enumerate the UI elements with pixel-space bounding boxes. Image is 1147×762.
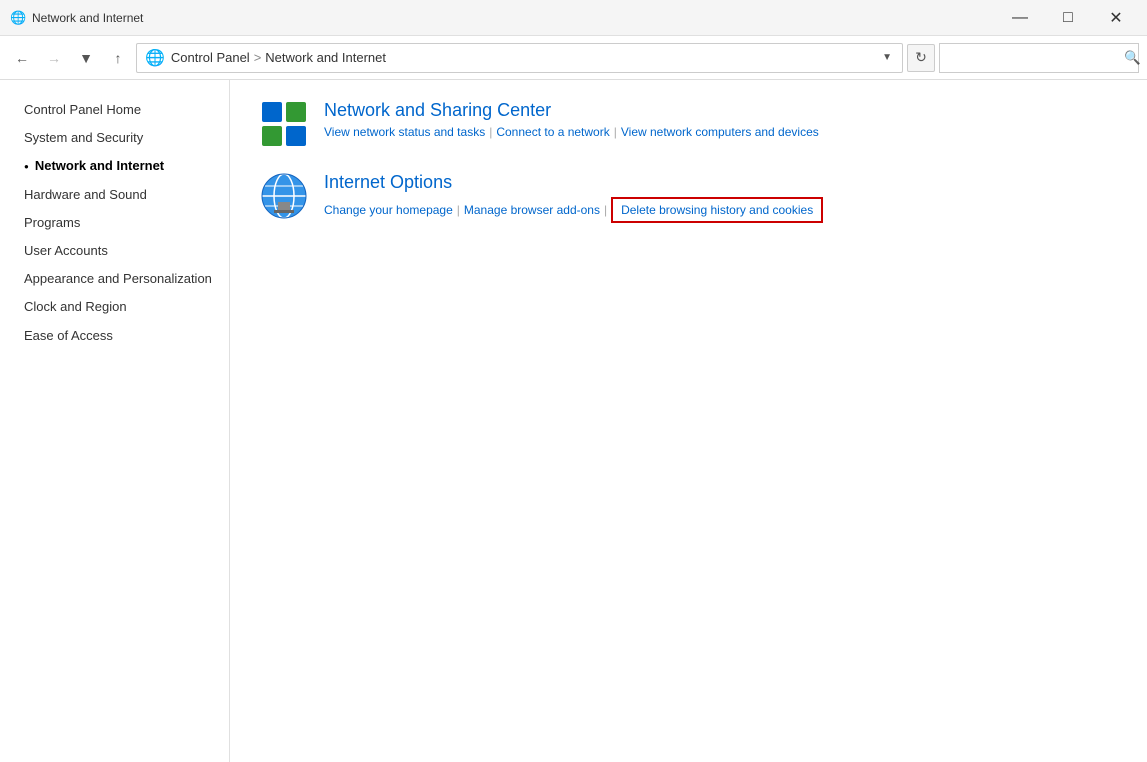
section-title-internet-options[interactable]: Internet Options (324, 172, 452, 192)
address-icon: 🌐 (145, 48, 165, 68)
section-link-view-network-computers[interactable]: View network computers and devices (621, 125, 819, 139)
refresh-button[interactable]: ↻ (907, 44, 935, 72)
address-bar: ← → ▼ ↑ 🌐 Control Panel > Network and In… (0, 36, 1147, 80)
sidebar-link-ease-of-access[interactable]: Ease of Access (24, 327, 113, 345)
back-button[interactable]: ← (8, 44, 36, 72)
sidebar-item-system-and-security[interactable]: System and Security (0, 124, 229, 152)
sidebar-item-network-and-internet[interactable]: ● Network and Internet (0, 152, 229, 180)
sidebar-link-control-panel-home[interactable]: Control Panel Home (24, 101, 141, 119)
sidebar-link-clock-and-region[interactable]: Clock and Region (24, 298, 127, 316)
dropdown-button[interactable]: ▼ (72, 44, 100, 72)
close-button[interactable]: ✕ (1093, 3, 1139, 33)
window-controls: — □ ✕ (997, 3, 1139, 33)
section-links-internet-options: Change your homepage | Manage browser add-… (324, 197, 823, 223)
breadcrumb-part-2: Network and Internet (265, 50, 386, 65)
window-title: Network and Internet (32, 11, 143, 25)
search-input[interactable] (948, 50, 1124, 65)
up-button[interactable]: ↑ (104, 44, 132, 72)
sidebar-item-programs[interactable]: Programs (0, 209, 229, 237)
section-link-manage-browser-addons[interactable]: Manage browser add-ons (464, 203, 600, 217)
minimize-button[interactable]: — (997, 3, 1043, 33)
section-icon-internet-options (260, 172, 308, 220)
sidebar-item-appearance-and-personalization[interactable]: Appearance and Personalization (0, 265, 229, 293)
active-bullet-icon: ● (24, 161, 29, 172)
section-title-network-sharing-center[interactable]: Network and Sharing Center (324, 100, 551, 120)
title-bar-left: 🌐 Network and Internet (10, 10, 143, 26)
search-button[interactable]: 🔍 (1124, 50, 1141, 66)
address-dropdown-button[interactable]: ▼ (880, 50, 894, 65)
link-separator: | (489, 125, 492, 139)
title-bar: 🌐 Network and Internet — □ ✕ (0, 0, 1147, 36)
section-links-network-sharing-center: View network status and tasks | Connect to… (324, 125, 819, 139)
section-link-delete-browsing-history[interactable]: Delete browsing history and cookies (611, 197, 823, 223)
section-link-view-network-status[interactable]: View network status and tasks (324, 125, 485, 139)
sidebar-link-programs[interactable]: Programs (24, 214, 80, 232)
link-separator: | (457, 203, 460, 217)
sidebar-item-clock-and-region[interactable]: Clock and Region (0, 293, 229, 321)
sidebar-link-network-and-internet[interactable]: Network and Internet (35, 157, 164, 175)
link-separator: | (604, 203, 607, 217)
breadcrumb-sep-1: > (254, 50, 262, 65)
address-box[interactable]: 🌐 Control Panel > Network and Internet ▼ (136, 43, 903, 73)
section-link-change-homepage[interactable]: Change your homepage (324, 203, 453, 217)
forward-button[interactable]: → (40, 44, 68, 72)
main-layout: Control Panel Home System and Security ● Ne… (0, 80, 1147, 762)
section-internet-options: Internet Options Change your homepage | Man… (260, 172, 1117, 223)
sidebar-item-user-accounts[interactable]: User Accounts (0, 237, 229, 265)
section-icon-network-sharing-center (260, 100, 308, 148)
sidebar-item-control-panel-home[interactable]: Control Panel Home (0, 96, 229, 124)
section-body-network-sharing-center: Network and Sharing Center View network s… (324, 100, 819, 139)
sidebar-link-hardware-and-sound[interactable]: Hardware and Sound (24, 186, 147, 204)
sidebar-link-user-accounts[interactable]: User Accounts (24, 242, 108, 260)
sidebar-link-system-and-security[interactable]: System and Security (24, 129, 143, 147)
sidebar-item-hardware-and-sound[interactable]: Hardware and Sound (0, 181, 229, 209)
window-icon: 🌐 (10, 10, 26, 26)
content-area: Network and Sharing Center View network s… (230, 80, 1147, 762)
link-separator: | (614, 125, 617, 139)
sidebar-link-appearance-and-personalization[interactable]: Appearance and Personalization (24, 270, 212, 288)
search-box[interactable]: 🔍 (939, 43, 1139, 73)
section-network-sharing-center: Network and Sharing Center View network s… (260, 100, 1117, 148)
section-link-connect-to-network[interactable]: Connect to a network (496, 125, 609, 139)
sidebar-item-ease-of-access[interactable]: Ease of Access (0, 322, 229, 350)
maximize-button[interactable]: □ (1045, 3, 1091, 33)
breadcrumb: Control Panel > Network and Internet (171, 50, 874, 65)
section-body-internet-options: Internet Options Change your homepage | Man… (324, 172, 823, 223)
sidebar: Control Panel Home System and Security ● Ne… (0, 80, 230, 762)
breadcrumb-part-1: Control Panel (171, 50, 250, 65)
